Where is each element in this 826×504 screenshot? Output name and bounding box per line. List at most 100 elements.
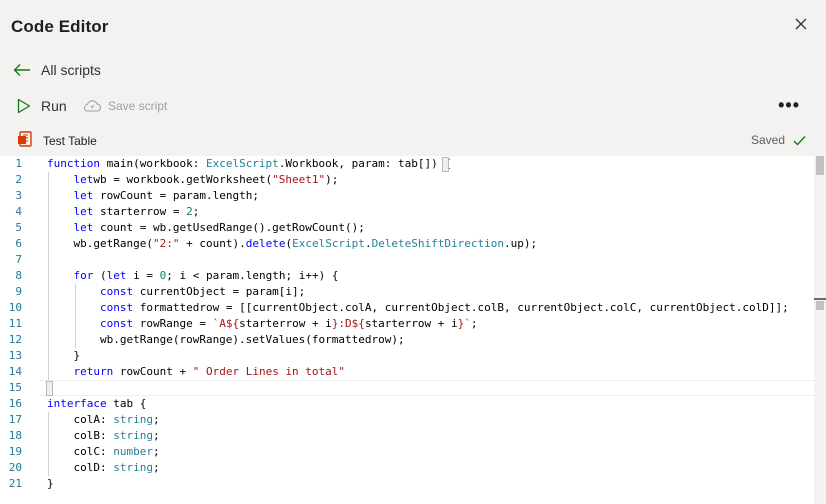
- code-line: colB: string;: [47, 428, 160, 444]
- script-file-icon: [17, 131, 33, 154]
- indent-guide: [75, 284, 76, 348]
- all-scripts-label: All scripts: [41, 62, 101, 78]
- line-number: 1: [15, 157, 22, 170]
- code-token: + count).: [179, 237, 246, 250]
- code-token: rowCount = param.length;: [100, 189, 259, 202]
- code-token: let: [106, 269, 134, 282]
- code-line: colD: string;: [47, 460, 160, 476]
- code-token: rowRange =: [139, 317, 213, 330]
- code-token: const: [99, 301, 140, 314]
- line-number: 4: [15, 205, 22, 218]
- code-token: wb.getRange(rowRange).setValues(formatte…: [47, 333, 405, 346]
- code-line: let count = wb.getUsedRange().getRowCoun…: [47, 220, 365, 236]
- code-line: let rowCount = param.length;: [47, 188, 259, 204]
- code-token: const: [99, 317, 140, 330]
- pane-title: Code Editor: [11, 17, 109, 36]
- code-token: ExcelScript: [205, 157, 279, 170]
- save-script-button[interactable]: Save script: [82, 99, 167, 113]
- all-scripts-link[interactable]: All scripts: [13, 60, 101, 80]
- code-token: number: [113, 445, 153, 458]
- run-button[interactable]: Run: [17, 98, 67, 114]
- code-token: " Order Lines in total": [192, 365, 346, 378]
- code-token: string: [113, 461, 153, 474]
- code-token: .up);: [504, 237, 538, 250]
- line-number: 15: [8, 381, 22, 394]
- code-line: letwb = workbook.getWorksheet("Sheet1");: [47, 172, 339, 188]
- code-line: wb.getRange("2:" + count).delete(ExcelSc…: [47, 236, 537, 252]
- close-icon[interactable]: [794, 17, 808, 31]
- code-token: ;: [152, 445, 160, 458]
- code-token: formattedrow = [[currentObject.colA, cur…: [139, 301, 789, 314]
- code-token: wb = workbook.getWorksheet(: [93, 173, 273, 186]
- bracket-match-open: [442, 157, 449, 172]
- code-token: wb.getRange(: [47, 237, 153, 250]
- line-number: 17: [8, 413, 22, 426]
- line-number: 7: [15, 253, 22, 266]
- code-line: let starterrow = 2;: [47, 204, 200, 220]
- code-token: colD:: [47, 461, 114, 474]
- code-line: colA: string;: [47, 412, 159, 428]
- arrow-left-icon: [13, 64, 30, 76]
- line-number: 5: [15, 221, 22, 234]
- save-status-label: Saved: [750, 133, 785, 147]
- code-token: "2:": [152, 237, 180, 250]
- scrollbar-cursor-marker: [814, 298, 826, 300]
- line-number: 9: [15, 285, 22, 298]
- code-token: i =: [133, 269, 160, 282]
- scrollbar-thumb[interactable]: [816, 156, 824, 175]
- code-token: let: [73, 221, 100, 234]
- code-token: main(workbook:: [106, 157, 206, 170]
- editor-header: Code Editor: [0, 0, 826, 52]
- line-number: 12: [8, 333, 22, 346]
- code-token: string: [113, 429, 153, 442]
- code-token: let: [73, 205, 100, 218]
- line-number: 3: [15, 189, 22, 202]
- script-name: Test Table: [43, 134, 97, 148]
- code-token: 2: [186, 205, 193, 218]
- code-token: .: [364, 237, 372, 250]
- code-token: interface: [47, 397, 114, 410]
- vertical-scrollbar[interactable]: [814, 156, 826, 504]
- code-token: return: [73, 365, 120, 378]
- indent-guide: [48, 172, 49, 380]
- code-token: function: [47, 157, 107, 170]
- code-token: ;: [152, 461, 160, 474]
- code-token: }:D${: [331, 317, 365, 330]
- indent-guide: [48, 412, 49, 476]
- code-token: delete: [245, 237, 286, 250]
- code-editor[interactable]: 1 2 3 4 5 6 7 8 9 10 11 12 13 14 15 16 17 18 19 20 21 functi…: [0, 156, 826, 504]
- line-number: 13: [8, 349, 22, 362]
- scrollbar-highlight-marker: [816, 301, 824, 310]
- file-info-row: Test Table Saved: [0, 130, 826, 152]
- code-token: (: [93, 269, 107, 282]
- code-token: ;: [152, 429, 160, 442]
- line-number: 20: [8, 461, 22, 474]
- play-icon: [17, 98, 31, 114]
- line-number: 14: [8, 365, 22, 378]
- code-line: function main(workbook: ExcelScript.Work…: [47, 156, 451, 172]
- more-options-button[interactable]: •••: [778, 96, 800, 114]
- save-status: Saved: [751, 133, 806, 147]
- current-line-highlight: [40, 380, 814, 396]
- run-label: Run: [41, 98, 67, 114]
- line-number: 21: [8, 477, 22, 490]
- code-line: colC: number;: [47, 444, 160, 460]
- code-token: DeleteShiftDirection: [371, 237, 505, 250]
- code-token: );: [325, 173, 339, 186]
- line-number: 10: [8, 301, 22, 314]
- code-token: tab {: [113, 397, 147, 410]
- code-line: const formattedrow = [[currentObject.col…: [47, 300, 789, 316]
- code-token: const: [99, 285, 140, 298]
- code-token: for: [73, 269, 94, 282]
- line-number: 2: [15, 173, 22, 186]
- code-line: for (let i = 0; i < param.length; i++) {: [47, 268, 339, 284]
- code-line: return rowCount + " Order Lines in total…: [47, 364, 346, 380]
- code-token: currentObject = param[i];: [139, 285, 306, 298]
- code-token: colC:: [47, 445, 114, 458]
- code-token: ; i < param.length; i++) {: [166, 269, 339, 282]
